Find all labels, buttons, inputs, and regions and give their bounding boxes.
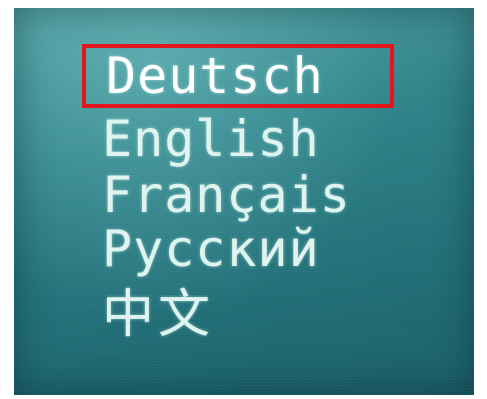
language-label: 中文 [102,284,215,345]
language-option-francais[interactable]: Français [82,166,402,224]
language-label: Français [102,166,351,224]
language-label: Deutsch [106,47,324,105]
language-option-russian[interactable]: Русский [82,220,402,278]
language-option-chinese[interactable]: 中文 [82,280,402,345]
language-label: Русский [102,220,320,278]
language-option-english[interactable]: English [82,110,402,168]
language-option-deutsch[interactable]: Deutsch [82,44,394,108]
language-label: English [102,110,320,168]
display-screen: Deutsch English Français Русский 中文 [14,8,474,395]
device-frame: Deutsch English Français Русский 中文 [0,0,487,399]
language-menu: Deutsch English Français Русский 中文 [14,8,474,395]
